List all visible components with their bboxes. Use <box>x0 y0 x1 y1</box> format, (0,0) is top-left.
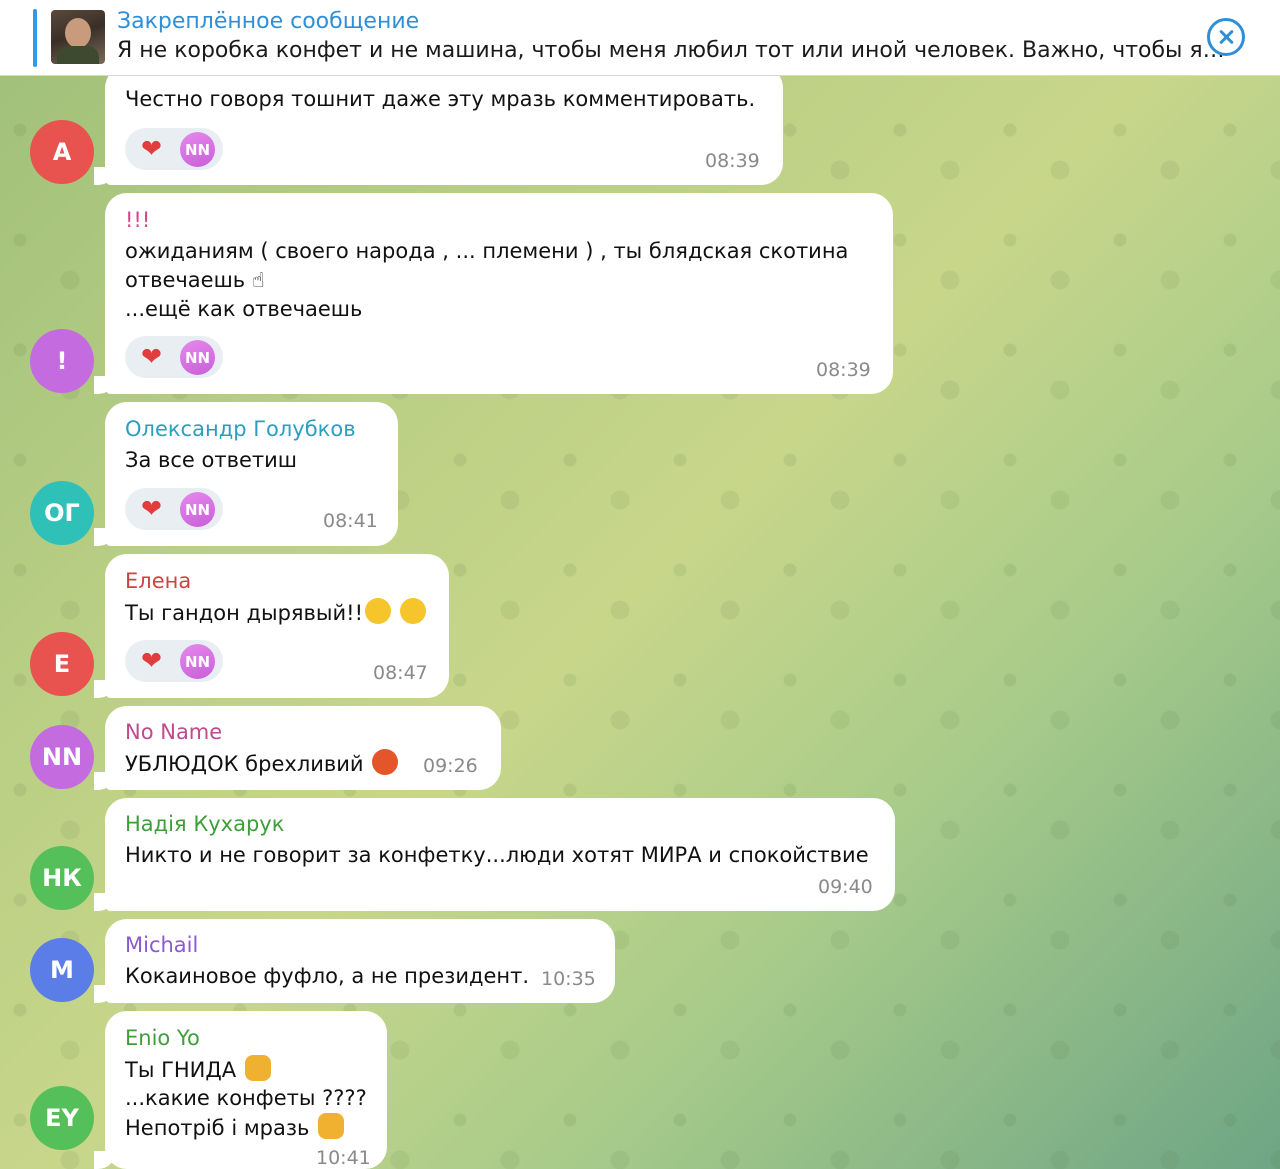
avatar[interactable]: ОГ <box>30 481 94 545</box>
reactor-avatar: NN <box>180 132 215 167</box>
pinned-thumbnail <box>51 10 105 64</box>
heart-reaction-icon: ❤ <box>141 646 162 675</box>
message-text: ожиданиям ( своего народа , ... племени … <box>125 239 849 263</box>
message-bubble[interactable]: No Name УБЛЮДОК брехливий 09:26 <box>94 706 501 790</box>
message-time: 09:26 <box>423 755 478 777</box>
avatar[interactable]: НК <box>30 846 94 910</box>
message-time: 08:47 <box>373 662 428 684</box>
message-bubble[interactable]: Надія Кухарук Никто и не говорит за конф… <box>94 798 895 911</box>
message-text: Непотріб і мразь <box>125 1113 345 1143</box>
sender-name: !!! <box>125 208 151 232</box>
sender-name: Надія Кухарук <box>125 812 285 836</box>
message-time: 08:39 <box>816 359 871 381</box>
sender-name: Enio Yo <box>125 1026 200 1050</box>
rofl-emoji-icon <box>399 598 426 624</box>
reaction-chip[interactable]: ❤ NN <box>125 128 223 170</box>
reaction-chip[interactable]: ❤ NN <box>125 336 223 378</box>
message-bubble[interactable]: !!! ожиданиям ( своего народа , ... плем… <box>94 193 893 394</box>
sender-name: Олександр Голубков <box>125 417 356 441</box>
rofl-emoji-icon <box>365 598 391 624</box>
message-time: 10:41 <box>316 1147 371 1169</box>
pinned-title: Закреплённое сообщение <box>117 9 420 34</box>
fist-emoji-icon <box>244 1055 271 1081</box>
message-text: УБЛЮДОК брехливий <box>125 749 399 779</box>
sender-name: Michail <box>125 933 199 957</box>
reactor-avatar: NN <box>180 644 215 679</box>
sender-name: Елена <box>125 569 192 593</box>
pinned-message-bar[interactable]: Закреплённое сообщение Я не коробка конф… <box>0 0 1280 76</box>
message-text-content: Ты гандон дырявый!! <box>125 601 363 625</box>
message-bubble[interactable]: Michail Кокаиновое фуфло, а не президент… <box>94 919 615 1003</box>
avatar[interactable]: EY <box>30 1086 94 1150</box>
reactor-avatar: NN <box>180 340 215 375</box>
message-text-content: УБЛЮДОК брехливий <box>125 752 364 776</box>
heart-reaction-icon: ❤ <box>141 342 162 371</box>
avatar[interactable]: M <box>30 938 94 1002</box>
message-text: Никто и не говорит за конфетку...люди хо… <box>125 843 869 867</box>
message-bubble[interactable]: Enio Yo Ты ГНИДА ...какие конфеты ???? Н… <box>94 1011 387 1169</box>
message-bubble[interactable]: Олександр Голубков За все ответиш ❤ NN 0… <box>94 402 398 546</box>
heart-reaction-icon: ❤ <box>141 134 162 163</box>
pinned-accent-line <box>33 9 37 67</box>
reactor-avatar: NN <box>180 492 215 527</box>
message-text: Кокаиновое фуфло, а не президент. <box>125 964 530 988</box>
avatar[interactable]: NN <box>30 725 94 789</box>
reaction-chip[interactable]: ❤ NN <box>125 488 223 530</box>
message-time: 08:39 <box>705 150 760 172</box>
message-time: 09:40 <box>818 876 873 898</box>
heart-reaction-icon: ❤ <box>141 494 162 523</box>
message-text: ...какие конфеты ???? <box>125 1086 367 1110</box>
sender-name: No Name <box>125 720 223 744</box>
message-text-content: Ты ГНИДА <box>125 1058 237 1082</box>
message-bubble[interactable]: Честно говоря тошнит даже эту мразь комм… <box>94 66 783 185</box>
message-time: 10:35 <box>541 968 596 990</box>
message-text: Честно говоря тошнит даже эту мразь комм… <box>125 87 756 111</box>
message-bubble[interactable]: Елена Ты гандон дырявый!! ❤ NN 08:47 <box>94 554 449 698</box>
avatar[interactable]: Е <box>30 632 94 696</box>
close-icon[interactable] <box>1207 18 1245 56</box>
message-text: отвечаешь ☝ <box>125 268 265 292</box>
pinned-text: Я не коробка конфет и не машина, чтобы м… <box>117 38 1225 63</box>
angry-emoji-icon <box>372 749 399 775</box>
message-text: Ты гандон дырявый!! <box>125 598 426 628</box>
reaction-chip[interactable]: ❤ NN <box>125 640 223 682</box>
message-text: За все ответиш <box>125 448 297 472</box>
message-text-content: Непотріб і мразь <box>125 1116 310 1140</box>
avatar[interactable]: ! <box>30 329 94 393</box>
message-time: 08:41 <box>323 510 378 532</box>
avatar[interactable]: A <box>30 120 94 184</box>
message-text: Ты ГНИДА <box>125 1055 271 1085</box>
fist-emoji-icon <box>318 1113 345 1139</box>
message-text: ...ещё как отвечаешь <box>125 297 363 321</box>
